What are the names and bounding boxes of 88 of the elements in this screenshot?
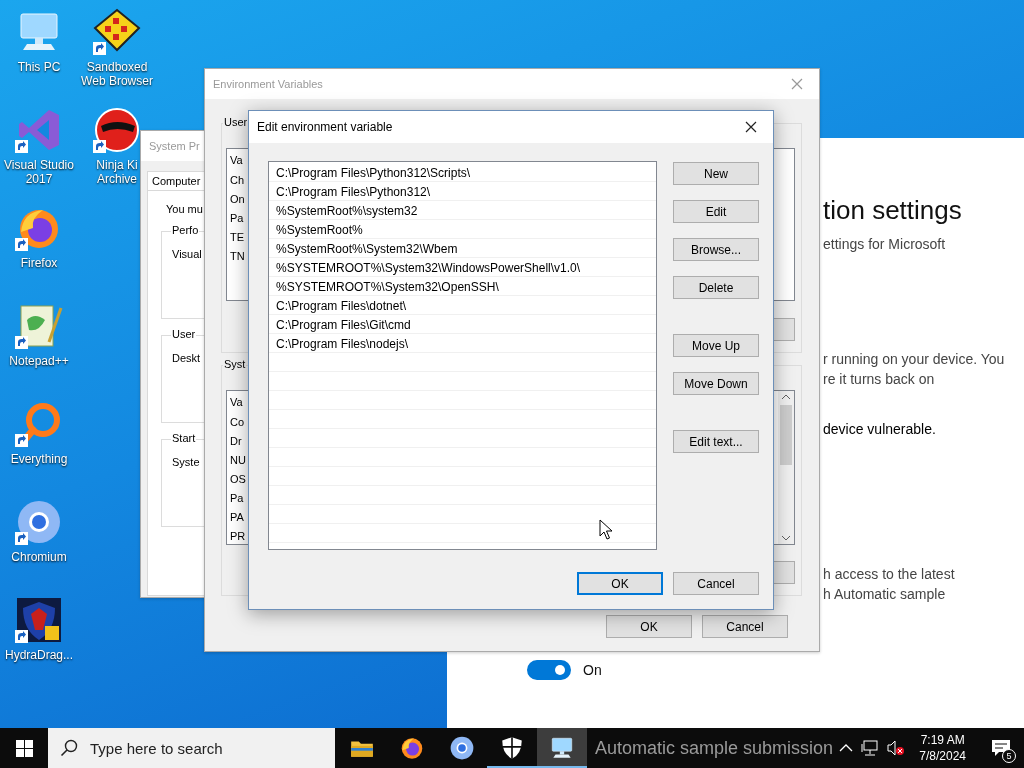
diamond-dots-icon[interactable] <box>93 8 141 56</box>
group-legend: Syst <box>223 358 247 370</box>
description-line: re it turns back on <box>823 370 936 389</box>
column-header[interactable]: Va <box>230 149 243 171</box>
path-entry[interactable]: C:\Program Files\Python312\ <box>269 183 431 201</box>
description-line: h access to the latest <box>823 565 956 584</box>
window-caption-text: Automatic sample submission <box>595 737 834 759</box>
list-cell[interactable]: PR <box>230 527 246 546</box>
path-entry[interactable]: %SystemRoot%\system32 <box>269 202 418 220</box>
dialog-button[interactable]: Cancel <box>702 615 788 638</box>
path-entry[interactable]: C:\Program Files\dotnet\ <box>269 297 407 315</box>
path-entry[interactable]: C:\Program Files\Python312\Scripts\ <box>269 164 471 182</box>
clock-time: 7:19 AM <box>920 732 965 748</box>
list-cell[interactable]: Ch <box>230 171 245 190</box>
dialog-button[interactable]: Cancel <box>673 572 759 595</box>
dialog-button[interactable]: Edit <box>673 200 759 223</box>
path-entry[interactable]: C:\Program Files\Git\cmd <box>269 316 411 334</box>
path-list[interactable] <box>268 161 657 550</box>
dialog-button[interactable]: OK <box>577 572 663 595</box>
group-text: Deskt <box>172 352 201 364</box>
list-cell[interactable]: PA <box>230 508 244 527</box>
desktop-icon-label[interactable]: Chromium <box>11 550 67 564</box>
disc-emblem-icon[interactable] <box>93 106 141 154</box>
desktop-icon-label[interactable]: Everything <box>10 452 68 466</box>
search-icon <box>60 739 78 757</box>
group-text: Syste <box>172 456 200 468</box>
windows-logo-icon <box>15 739 33 757</box>
clock-date: 7/8/2024 <box>919 748 966 764</box>
dialog-button[interactable]: Move Down <box>673 372 759 395</box>
column-header[interactable]: Va <box>230 391 243 413</box>
network-icon[interactable] <box>861 740 880 756</box>
warning-text: device vulnerable. <box>823 420 937 439</box>
taskbar-app-button[interactable] <box>537 728 587 768</box>
list-cell[interactable]: Co <box>230 413 245 432</box>
cursor-icon <box>599 519 613 541</box>
list-cell[interactable]: Dr <box>230 432 242 451</box>
notifications-button[interactable]: 5 <box>986 733 1016 763</box>
dialog-button[interactable]: OK <box>606 615 692 638</box>
list-cell[interactable]: TE <box>230 228 245 247</box>
group-legend: User <box>223 116 249 128</box>
intro-text: You mu <box>166 203 203 215</box>
path-entry[interactable]: %SYSTEMROOT%\System32\WindowsPowerShell\v1.0\ <box>269 259 581 277</box>
subtitle: ettings for Microsoft <box>823 235 947 254</box>
list-cell[interactable]: Pa <box>230 489 244 508</box>
group-legend: Perfo <box>171 224 200 236</box>
desktop-icon-label[interactable]: HydraDrag... <box>5 648 73 662</box>
shield-icon <box>499 735 525 761</box>
path-entry[interactable]: %SYSTEMROOT%\System32\OpenSSH\ <box>269 278 499 296</box>
toggle-label: On <box>583 662 602 678</box>
monitor-icon <box>549 735 575 761</box>
description-line: h Automatic sample <box>823 585 947 604</box>
ring-orb-icon[interactable] <box>15 498 63 546</box>
window-title: Environment Variables <box>213 78 324 90</box>
dialog-button[interactable]: Move Up <box>673 334 759 357</box>
list-cell[interactable]: OS <box>230 470 246 489</box>
notepad-icon[interactable] <box>15 302 63 350</box>
magnifier-icon[interactable] <box>15 400 63 448</box>
page-heading: tion settings <box>823 194 963 227</box>
list-cell[interactable]: TN <box>230 247 245 266</box>
tab[interactable]: Computer <box>147 171 206 190</box>
ring-orb-icon <box>449 735 475 761</box>
fox-globe-icon <box>399 735 425 761</box>
group-legend: User <box>171 328 197 340</box>
window-title: Edit environment variable <box>257 120 394 134</box>
group-text: Visual <box>172 248 202 260</box>
path-entry[interactable]: %SystemRoot% <box>269 221 363 239</box>
path-entry[interactable]: %SystemRoot%\System32\Wbem <box>269 240 458 258</box>
search-bar[interactable]: Type here to search <box>48 728 335 768</box>
clock[interactable]: 7:19 AM 7/8/2024 <box>919 732 966 764</box>
dialog-button[interactable]: Delete <box>673 276 759 299</box>
group-legend: Start <box>171 432 197 444</box>
dialog-button[interactable]: New <box>673 162 759 185</box>
scrollbar[interactable] <box>778 391 794 544</box>
path-entry[interactable]: C:\Program Files\nodejs\ <box>269 335 409 353</box>
toggle-switch[interactable] <box>527 660 571 680</box>
close-icon[interactable] <box>745 121 757 133</box>
list-cell[interactable]: NU <box>230 451 246 470</box>
chevron-down-icon[interactable] <box>781 534 791 542</box>
shield-icon[interactable] <box>15 596 63 644</box>
search-field[interactable]: Type here to search <box>88 738 322 758</box>
list-cell[interactable]: On <box>230 190 245 209</box>
muted-speaker-icon[interactable] <box>887 740 906 756</box>
notification-count: 5 <box>1002 749 1016 763</box>
list-cell[interactable]: Pa <box>230 209 244 228</box>
window-title: System Pr <box>149 140 201 152</box>
description-line: r running on your device. You <box>823 350 1006 369</box>
dialog-button[interactable]: Edit text... <box>673 430 759 453</box>
dialog-button[interactable]: Browse... <box>673 238 759 261</box>
